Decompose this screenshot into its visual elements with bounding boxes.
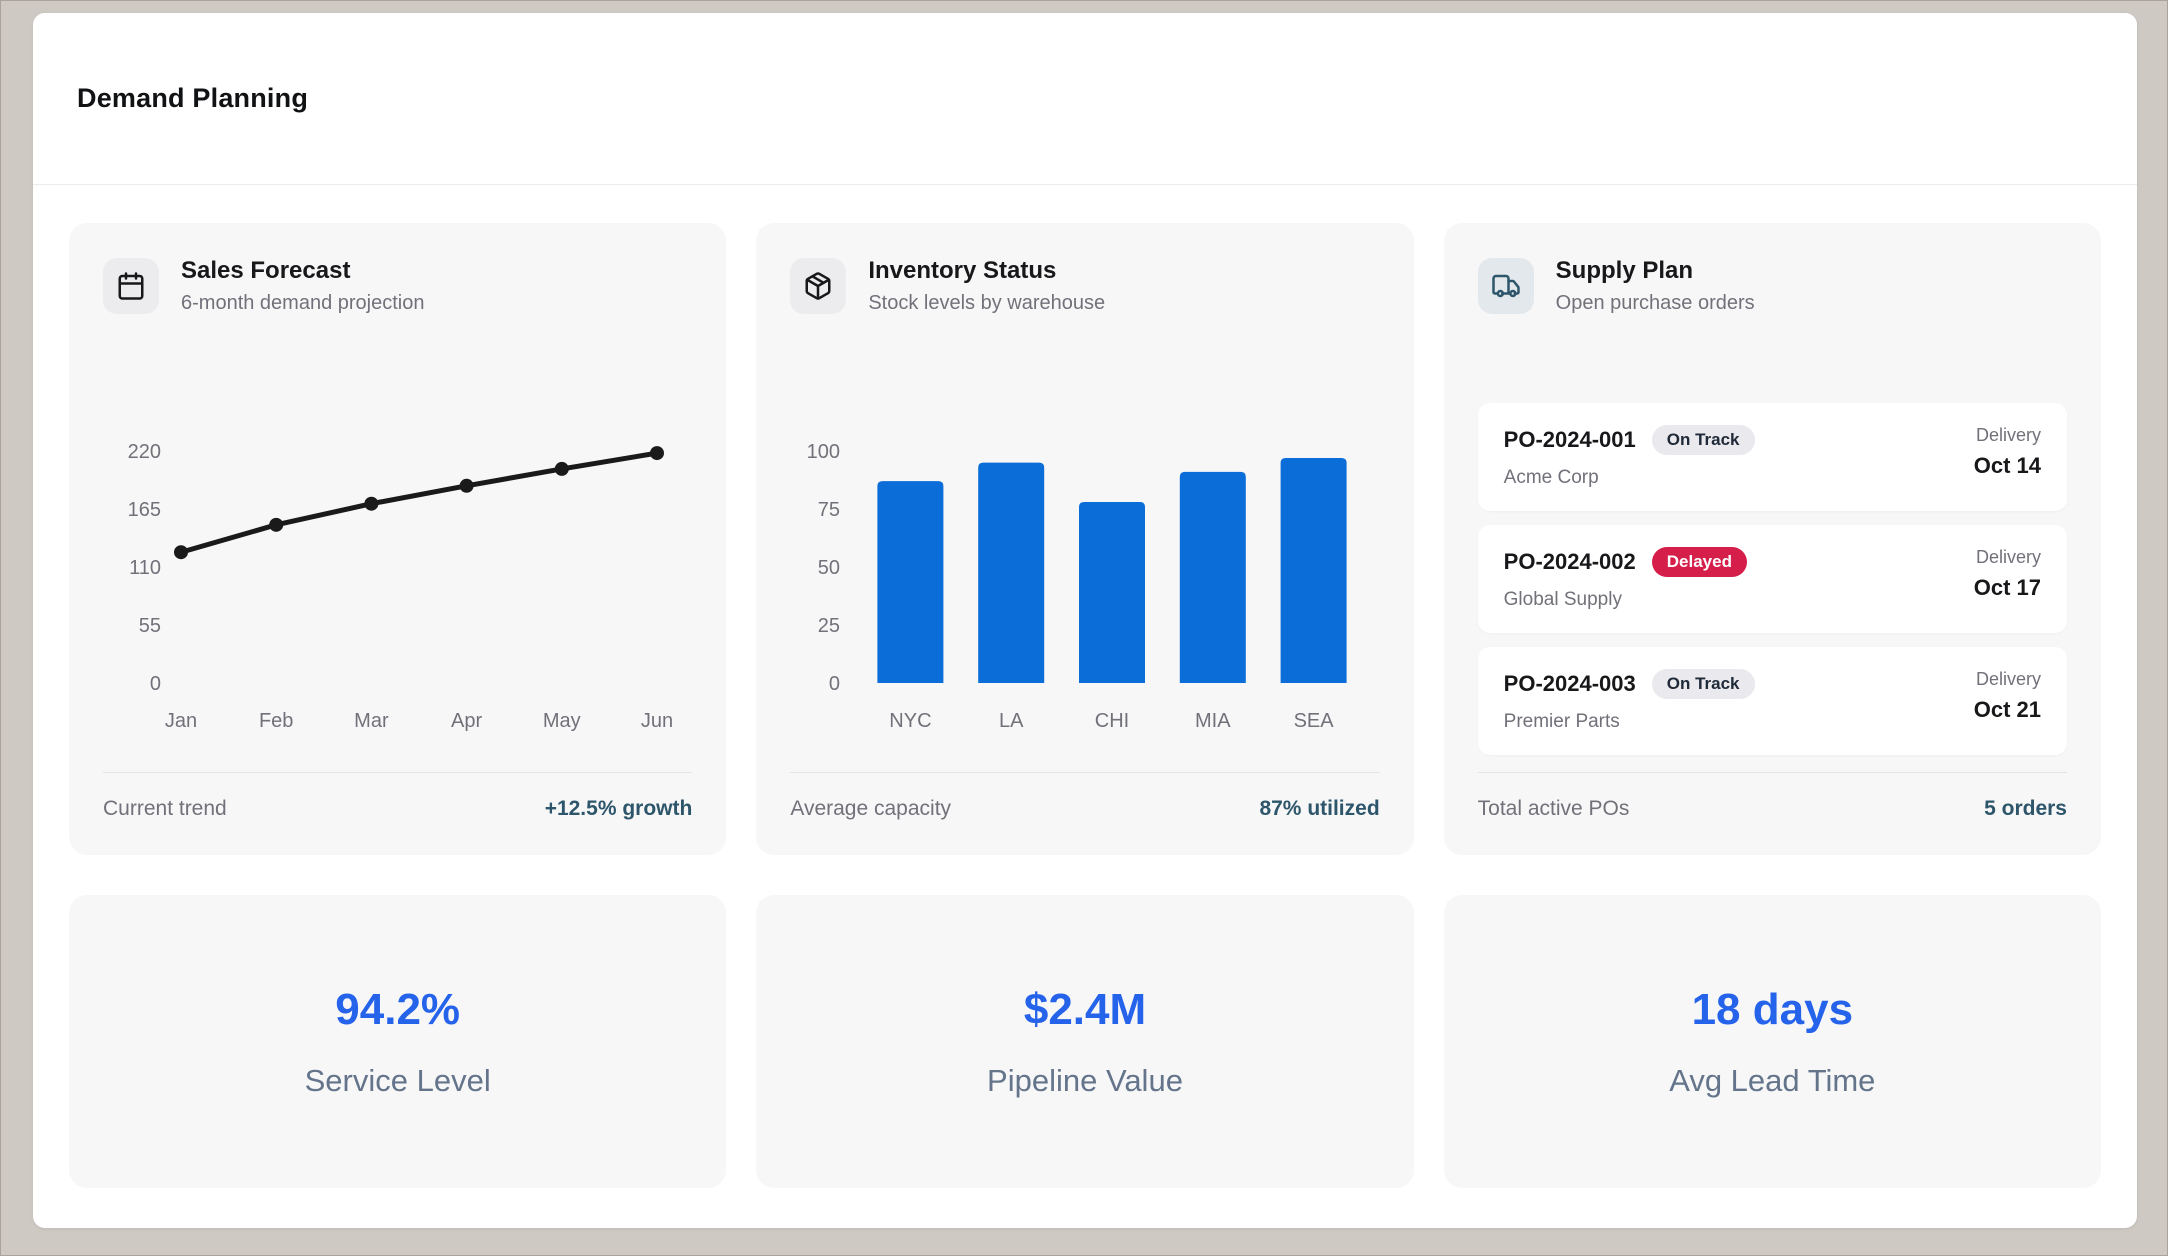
- purchase-order-row[interactable]: PO-2024-002 Delayed Global Supply Delive…: [1478, 525, 2067, 633]
- svg-text:Feb: Feb: [259, 710, 293, 732]
- po-id: PO-2024-003: [1504, 671, 1636, 697]
- status-badge: On Track: [1652, 669, 1755, 699]
- delivery-label: Delivery: [1974, 425, 2041, 446]
- svg-text:Jun: Jun: [641, 710, 673, 732]
- inventory-status-header: Inventory Status Stock levels by warehou…: [790, 257, 1379, 315]
- svg-text:May: May: [543, 710, 581, 732]
- svg-text:Jan: Jan: [165, 710, 197, 732]
- svg-text:MIA: MIA: [1195, 710, 1231, 732]
- po-id: PO-2024-002: [1504, 549, 1636, 575]
- app-window: Demand Planning Sales Forecast: [0, 0, 2168, 1256]
- purchase-order-row[interactable]: PO-2024-003 On Track Premier Parts Deliv…: [1478, 647, 2067, 755]
- inventory-status-bar-chart: 0 25 50 75 100 NYC LA CHI MIA SEA: [790, 433, 1379, 733]
- supply-plan-titles: Supply Plan Open purchase orders: [1556, 257, 1755, 315]
- purchase-order-list: PO-2024-001 On Track Acme Corp Delivery …: [1478, 403, 2067, 755]
- cards-row: Sales Forecast 6-month demand projection…: [69, 223, 2101, 855]
- footer-label: Total active POs: [1478, 797, 1630, 821]
- sales-forecast-line-chart: 0 55 110 165 220 Jan Feb Mar Apr May Jun: [103, 433, 692, 733]
- svg-text:Apr: Apr: [451, 710, 482, 732]
- inventory-status-footer: Average capacity 87% utilized: [790, 772, 1379, 821]
- sales-forecast-footer: Current trend +12.5% growth: [103, 772, 692, 821]
- sales-forecast-header: Sales Forecast 6-month demand projection: [103, 257, 692, 315]
- svg-text:55: 55: [139, 615, 161, 637]
- kpi-label: Avg Lead Time: [1669, 1063, 1875, 1099]
- svg-text:165: 165: [128, 499, 161, 521]
- delivery-label: Delivery: [1974, 547, 2041, 568]
- po-right: Delivery Oct 17: [1974, 547, 2041, 601]
- svg-text:110: 110: [129, 557, 161, 579]
- po-left: PO-2024-001 On Track Acme Corp: [1504, 425, 1755, 489]
- supply-plan-header: Supply Plan Open purchase orders: [1478, 257, 2067, 315]
- supply-plan-card: Supply Plan Open purchase orders PO-2024…: [1444, 223, 2101, 855]
- kpi-service-level: 94.2% Service Level: [69, 895, 726, 1188]
- page-header: Demand Planning: [33, 13, 2137, 185]
- po-supplier: Global Supply: [1504, 589, 1747, 611]
- main-panel: Demand Planning Sales Forecast: [33, 13, 2137, 1228]
- kpi-value: $2.4M: [1024, 985, 1146, 1035]
- inventory-status-chart-area: 0 25 50 75 100 NYC LA CHI MIA SEA: [790, 433, 1379, 738]
- svg-text:220: 220: [128, 441, 161, 463]
- footer-label: Current trend: [103, 797, 227, 821]
- po-left: PO-2024-002 Delayed Global Supply: [1504, 547, 1747, 611]
- svg-text:25: 25: [818, 615, 840, 637]
- inventory-status-card: Inventory Status Stock levels by warehou…: [756, 223, 1413, 855]
- truck-icon: [1478, 258, 1534, 314]
- delivery-date: Oct 17: [1974, 575, 2041, 601]
- dashboard-content: Sales Forecast 6-month demand projection…: [33, 185, 2137, 1188]
- po-right: Delivery Oct 21: [1974, 669, 2041, 723]
- card-subtitle: 6-month demand projection: [181, 292, 424, 315]
- po-right: Delivery Oct 14: [1974, 425, 2041, 479]
- svg-text:NYC: NYC: [890, 710, 932, 732]
- svg-text:50: 50: [818, 557, 840, 579]
- kpi-pipeline-value: $2.4M Pipeline Value: [756, 895, 1413, 1188]
- inventory-status-titles: Inventory Status Stock levels by warehou…: [868, 257, 1105, 315]
- sales-forecast-card: Sales Forecast 6-month demand projection…: [69, 223, 726, 855]
- svg-text:LA: LA: [999, 710, 1024, 732]
- sales-forecast-titles: Sales Forecast 6-month demand projection: [181, 257, 424, 315]
- sales-forecast-chart-area: 0 55 110 165 220 Jan Feb Mar Apr May Jun: [103, 433, 692, 738]
- footer-value: 87% utilized: [1259, 797, 1379, 821]
- kpi-label: Service Level: [305, 1063, 491, 1099]
- svg-text:Mar: Mar: [354, 710, 389, 732]
- footer-label: Average capacity: [790, 797, 951, 821]
- card-title: Sales Forecast: [181, 257, 424, 285]
- svg-text:0: 0: [829, 673, 840, 695]
- kpi-value: 18 days: [1692, 985, 1853, 1035]
- po-left: PO-2024-003 On Track Premier Parts: [1504, 669, 1755, 733]
- supply-plan-footer: Total active POs 5 orders: [1478, 772, 2067, 821]
- footer-value: 5 orders: [1984, 797, 2067, 821]
- page-title: Demand Planning: [77, 83, 308, 114]
- po-supplier: Acme Corp: [1504, 467, 1755, 489]
- calendar-icon: [103, 258, 159, 314]
- svg-text:0: 0: [150, 673, 161, 695]
- card-title: Supply Plan: [1556, 257, 1755, 285]
- delivery-date: Oct 21: [1974, 697, 2041, 723]
- purchase-order-row[interactable]: PO-2024-001 On Track Acme Corp Delivery …: [1478, 403, 2067, 511]
- svg-text:75: 75: [818, 499, 840, 521]
- po-supplier: Premier Parts: [1504, 711, 1755, 733]
- kpi-row: 94.2% Service Level $2.4M Pipeline Value…: [69, 895, 2101, 1188]
- svg-text:SEA: SEA: [1294, 710, 1335, 732]
- footer-value: +12.5% growth: [545, 797, 693, 821]
- card-title: Inventory Status: [868, 257, 1105, 285]
- kpi-label: Pipeline Value: [987, 1063, 1183, 1099]
- kpi-avg-lead-time: 18 days Avg Lead Time: [1444, 895, 2101, 1188]
- svg-text:100: 100: [807, 441, 840, 463]
- package-icon: [790, 258, 846, 314]
- delivery-date: Oct 14: [1974, 453, 2041, 479]
- card-subtitle: Stock levels by warehouse: [868, 292, 1105, 315]
- svg-text:CHI: CHI: [1095, 710, 1129, 732]
- delivery-label: Delivery: [1974, 669, 2041, 690]
- status-badge: On Track: [1652, 425, 1755, 455]
- po-id: PO-2024-001: [1504, 427, 1636, 453]
- card-subtitle: Open purchase orders: [1556, 292, 1755, 315]
- status-badge: Delayed: [1652, 547, 1747, 577]
- kpi-value: 94.2%: [335, 985, 460, 1035]
